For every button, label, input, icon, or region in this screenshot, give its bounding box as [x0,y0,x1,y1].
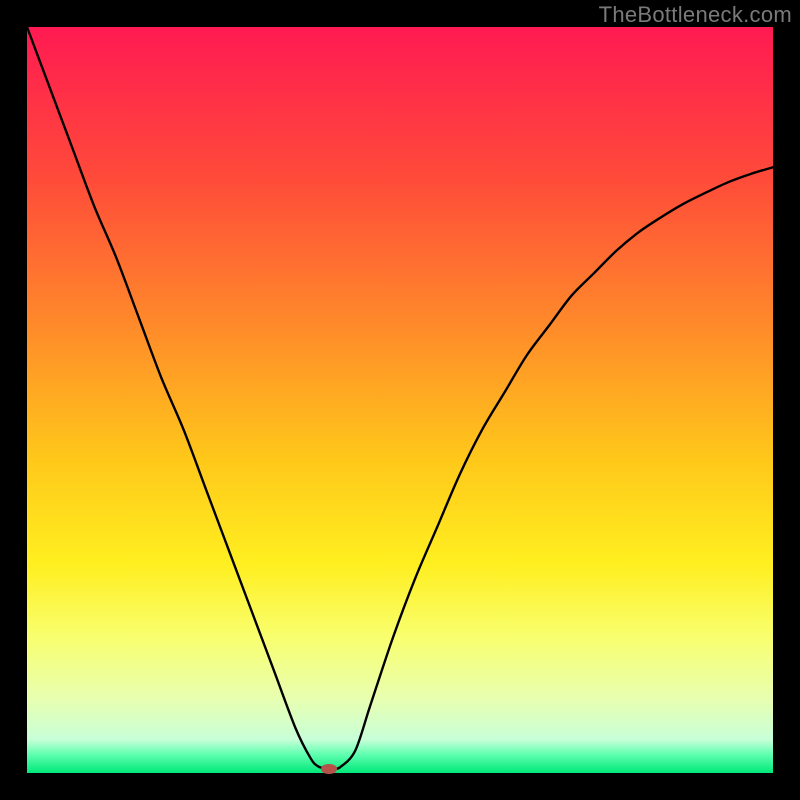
chart-container: TheBottleneck.com [0,0,800,800]
plot-area [27,27,773,773]
watermark-text: TheBottleneck.com [599,2,792,28]
bottleneck-curve [27,27,773,773]
